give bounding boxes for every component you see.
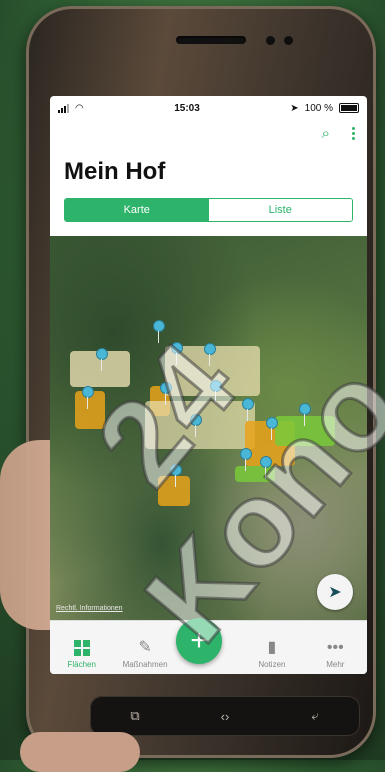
phone-speaker xyxy=(176,36,246,44)
field-pin[interactable] xyxy=(260,456,272,479)
location-arrow-icon: ➤ xyxy=(290,102,299,114)
hardware-keys: ⧉ ‹› ⤶ xyxy=(90,696,360,736)
field-pin[interactable] xyxy=(190,414,202,437)
top-toolbar: ⌕ xyxy=(50,120,367,146)
tab-notizen[interactable]: ▮ Notizen xyxy=(240,621,303,674)
page-title: Mein Hof xyxy=(64,158,166,185)
field-area[interactable] xyxy=(235,466,275,482)
tab-label: Flächen xyxy=(67,660,96,669)
battery-percent: 100 % xyxy=(304,102,333,114)
battery-icon xyxy=(339,103,359,113)
field-pin[interactable] xyxy=(240,448,252,471)
wifi-icon: ◠ xyxy=(75,102,84,114)
signal-icon xyxy=(58,103,69,113)
field-pin[interactable] xyxy=(210,380,222,403)
field-area[interactable] xyxy=(158,476,190,506)
field-pin[interactable] xyxy=(242,398,254,421)
field-pin[interactable] xyxy=(266,417,278,440)
holding-hand-lower xyxy=(20,732,140,772)
home-key[interactable]: ‹› xyxy=(195,703,255,729)
field-pin[interactable] xyxy=(204,343,216,366)
tab-karte[interactable]: Karte xyxy=(65,199,209,221)
tab-label: Notizen xyxy=(258,660,286,669)
grid-icon xyxy=(73,640,90,656)
locate-me-button[interactable]: ➤ xyxy=(317,574,353,610)
view-segmented-control: Karte Liste xyxy=(64,198,353,222)
add-button[interactable]: + xyxy=(176,618,222,664)
note-icon: ▮ xyxy=(267,639,277,656)
field-pin[interactable] xyxy=(153,320,165,343)
front-sensor xyxy=(284,36,293,45)
field-pin[interactable] xyxy=(299,403,311,426)
status-bar: ◠ 15:03 ➤ 100 % xyxy=(50,96,367,120)
field-pin[interactable] xyxy=(170,464,182,487)
plus-icon: + xyxy=(190,624,208,657)
field-pin[interactable] xyxy=(160,382,172,405)
field-area[interactable] xyxy=(145,401,255,449)
front-camera xyxy=(266,36,275,45)
tab-mehr[interactable]: ••• Mehr xyxy=(304,621,367,674)
back-key[interactable]: ⤶ xyxy=(285,703,345,729)
satellite-map[interactable]: Rechtl. Informationen ➤ xyxy=(50,236,367,620)
more-options-icon[interactable] xyxy=(352,126,355,140)
tab-massnahmen[interactable]: ✎ Maßnahmen xyxy=(113,621,176,674)
status-time: 15:03 xyxy=(174,102,200,114)
tab-flaechen[interactable]: Flächen xyxy=(50,621,113,674)
field-pin[interactable] xyxy=(171,342,183,365)
navigation-arrow-icon: ➤ xyxy=(328,584,342,601)
more-icon: ••• xyxy=(326,639,344,656)
tab-label: Maßnahmen xyxy=(122,660,168,669)
pencil-icon: ✎ xyxy=(138,639,152,656)
tab-label: Mehr xyxy=(326,660,345,669)
recent-apps-key[interactable]: ⧉ xyxy=(105,703,165,729)
field-area[interactable] xyxy=(275,416,335,446)
search-icon[interactable]: ⌕ xyxy=(322,125,330,142)
legal-info-link[interactable]: Rechtl. Informationen xyxy=(56,605,123,612)
app-screen: ◠ 15:03 ➤ 100 % ⌕ Mein Hof Karte Liste R… xyxy=(50,96,367,674)
field-pin[interactable] xyxy=(96,348,108,371)
field-pin[interactable] xyxy=(82,386,94,409)
tab-liste[interactable]: Liste xyxy=(208,199,352,221)
